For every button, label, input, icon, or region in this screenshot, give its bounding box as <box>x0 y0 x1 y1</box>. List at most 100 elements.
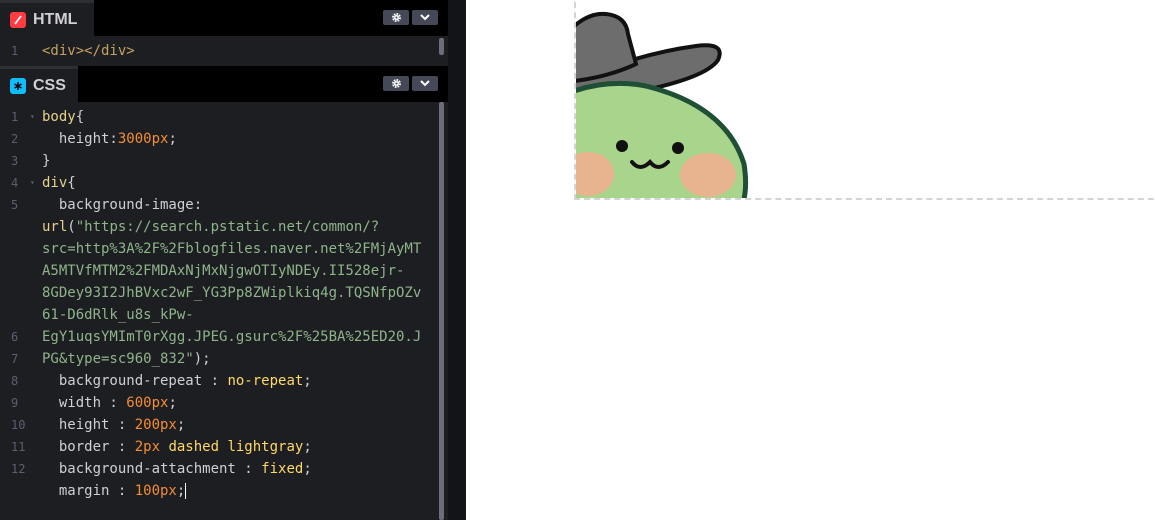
code-token: ; <box>303 439 312 455</box>
code-token: ; <box>303 461 312 477</box>
gear-icon <box>391 79 401 88</box>
css-icon <box>10 77 26 94</box>
preview-div <box>574 0 1155 200</box>
code-line[interactable]: EgY1uqsYMImT0rXgg.JPEG.gsurc%2F%25BA%25E… <box>42 326 421 348</box>
code-token: 100px <box>134 483 177 499</box>
code-line[interactable]: border : 2px dashed lightgray; <box>42 436 312 458</box>
code-token: dashed lightgray <box>160 439 304 455</box>
code-token: 2px <box>134 439 161 455</box>
code-token: { <box>75 109 85 125</box>
code-token: ( <box>67 219 76 235</box>
line-number <box>0 304 26 326</box>
code-token: background-repeat : <box>42 373 228 389</box>
code-token: 8GDey93I2JhBVxc2wF_YG3Pp8ZWiplkiq4g.TQSN… <box>42 285 422 301</box>
code-token: height : <box>42 417 135 433</box>
code-token: width : <box>42 395 127 411</box>
panel-resizer[interactable] <box>448 0 466 520</box>
code-line[interactable]: } <box>42 150 50 172</box>
text-cursor <box>185 483 187 499</box>
line-number: 11 <box>11 440 26 454</box>
code-line[interactable]: src=http%3A%2F%2Fblogfiles.naver.net%2FM… <box>42 238 421 260</box>
html-icon <box>10 11 26 28</box>
line-number: 4 <box>11 176 19 190</box>
code-token: A5MTVfMTM2%2FMDAxNjMxNjgwOTIyNDEy.II528e… <box>42 263 405 279</box>
code-token: } <box>42 153 51 169</box>
gear-icon <box>391 13 401 22</box>
code-token: ); <box>193 351 211 367</box>
line-number: 1 <box>11 44 19 58</box>
code-token: ; <box>168 131 177 147</box>
code-token: PG&type=sc960_832" <box>42 351 194 367</box>
code-token: height: <box>42 131 118 147</box>
html-editor-title: HTML <box>33 10 78 28</box>
code-line[interactable]: height:3000px; <box>42 128 177 150</box>
line-number: 7 <box>11 352 19 366</box>
turtle-cowboy-hat-illustration <box>576 11 749 198</box>
code-line[interactable]: background-attachment : fixed; <box>42 458 312 480</box>
code-token: EgY1uqsYMImT0rXgg.JPEG.gsurc%2F%25BA%25E… <box>42 329 422 345</box>
line-number: 5 <box>11 198 19 212</box>
css-settings-button[interactable] <box>383 76 409 91</box>
chevron-down-icon <box>420 80 430 87</box>
line-number <box>0 282 26 304</box>
line-number: 10 <box>11 418 26 432</box>
code-line[interactable]: A5MTVfMTM2%2FMDAxNjMxNjgwOTIyNDEy.II528e… <box>42 260 404 282</box>
html-editor-tab[interactable]: HTML <box>0 0 94 36</box>
line-number: 1 <box>11 110 19 124</box>
result-preview <box>466 0 1155 520</box>
css-editor-header: CSS <box>0 66 448 102</box>
code-token: "https://search.pstatic.net/common/? <box>75 219 380 235</box>
code-line[interactable]: 61-D6dRlk_u8s_kPw- <box>42 304 194 326</box>
code-token: border : <box>42 439 135 455</box>
html-collapse-button[interactable] <box>412 10 438 25</box>
line-number: 6 <box>11 330 19 344</box>
code-token: ; <box>168 395 177 411</box>
code-token: src=http%3A%2F%2Fblogfiles.naver.net%2FM… <box>42 241 422 257</box>
fold-marker-icon[interactable]: ▾ <box>30 106 35 128</box>
chevron-down-icon <box>420 14 430 21</box>
html-editor-header: HTML <box>0 0 448 36</box>
css-editor-title: CSS <box>33 76 66 94</box>
line-number <box>0 238 26 260</box>
html-settings-button[interactable] <box>383 10 409 25</box>
code-line[interactable]: PG&type=sc960_832"); <box>42 348 211 370</box>
code-token: url <box>42 219 68 235</box>
code-line[interactable]: <div></div> <box>42 40 135 62</box>
code-token: body <box>42 109 76 125</box>
code-token: 200px <box>134 417 177 433</box>
fold-marker-icon[interactable]: ▾ <box>30 172 35 194</box>
code-line[interactable]: margin : 100px; <box>42 480 187 502</box>
css-collapse-button[interactable] <box>412 76 438 91</box>
line-number: 2 <box>11 132 19 146</box>
code-line[interactable]: height : 200px; <box>42 414 185 436</box>
code-token: div <box>42 175 68 191</box>
code-line[interactable]: url("https://search.pstatic.net/common/? <box>42 216 379 238</box>
line-number <box>0 260 26 282</box>
css-scrollbar[interactable] <box>439 102 444 520</box>
line-number <box>0 216 26 238</box>
code-line[interactable]: body{ <box>42 106 84 128</box>
code-token: ; <box>303 373 312 389</box>
code-token: margin : <box>42 483 135 499</box>
code-line[interactable]: background-repeat : no-repeat; <box>42 370 312 392</box>
editor-column: HTML 1 <div></div> CSS 1 2 3 4 5 6 7 8 9… <box>0 0 448 520</box>
line-number: 12 <box>11 462 26 476</box>
html-code-editor[interactable]: 1 <div></div> <box>0 38 448 64</box>
code-token: ; <box>176 483 186 499</box>
line-number: 3 <box>11 154 19 168</box>
html-scrollbar[interactable] <box>439 38 444 55</box>
line-number: 9 <box>11 396 19 410</box>
code-line[interactable]: div{ <box>42 172 76 194</box>
css-editor-tab[interactable]: CSS <box>0 66 78 102</box>
code-line[interactable]: width : 600px; <box>42 392 177 414</box>
line-number: 8 <box>11 374 19 388</box>
code-token: 3000px <box>117 131 169 147</box>
css-code-editor[interactable]: 1 2 3 4 5 6 7 8 9 10 11 12 ▾ ▾ body{ height:3000px;} d… <box>0 102 448 520</box>
code-token: { <box>67 175 76 191</box>
code-token: background-attachment : <box>42 461 262 477</box>
code-line[interactable]: 8GDey93I2JhBVxc2wF_YG3Pp8ZWiplkiq4g.TQSN… <box>42 282 421 304</box>
code-token: 61-D6dRlk_u8s_kPw- <box>42 307 194 323</box>
code-token: ; <box>176 417 186 433</box>
code-line[interactable]: background-image: <box>42 194 202 216</box>
code-token: <div></div> <box>42 43 135 59</box>
